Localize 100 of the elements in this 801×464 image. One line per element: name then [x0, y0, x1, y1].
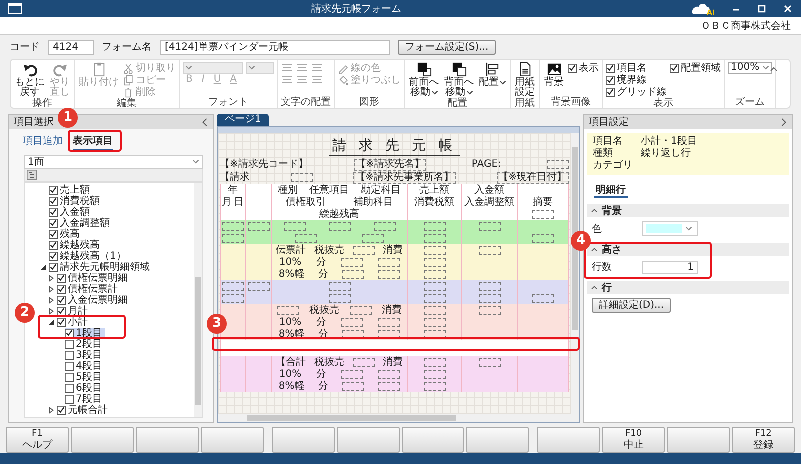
tree-item[interactable]: 4段目: [65, 361, 106, 372]
form-label: 伝票計: [276, 244, 306, 256]
tree-item[interactable]: 入金伝票明細: [57, 295, 131, 306]
field-placeholder: [424, 370, 446, 378]
collapse-icon[interactable]: [770, 66, 778, 72]
checkbox[interactable]: 配置領域: [670, 62, 721, 74]
caret-icon: [432, 91, 438, 95]
checkbox-icon[interactable]: [49, 252, 58, 261]
checkbox[interactable]: グリッド線: [606, 86, 667, 98]
section-header[interactable]: 高さ: [587, 243, 789, 256]
expander-icon[interactable]: [48, 407, 55, 414]
field-placeholder: [478, 358, 500, 366]
collapse-panel-icon[interactable]: [781, 118, 787, 126]
checkbox-icon[interactable]: [49, 197, 58, 206]
form-name-field[interactable]: [4124]単票バインダー元帳: [160, 40, 390, 54]
checkbox-icon[interactable]: [57, 296, 66, 305]
tree-label: 消費税額: [60, 196, 100, 207]
row-count-field[interactable]: 1: [642, 260, 698, 274]
checkbox-icon[interactable]: [49, 230, 58, 239]
checkbox-icon[interactable]: [65, 373, 74, 382]
tree-label: 3段目: [76, 350, 102, 361]
ribbon-button[interactable]: 配置: [478, 62, 507, 98]
highlight-frame: [68, 130, 122, 152]
tree-item[interactable]: 7段目: [65, 394, 106, 405]
tree-item[interactable]: 売上額: [49, 185, 93, 196]
expander-icon[interactable]: [48, 275, 55, 282]
section-header[interactable]: 行: [587, 281, 789, 294]
tree-item[interactable]: 入金額: [49, 207, 93, 218]
tree-item[interactable]: 3段目: [65, 350, 106, 361]
collapse-panel-icon[interactable]: [202, 118, 208, 126]
tree-item[interactable]: 残高: [49, 229, 83, 240]
ribbon-button[interactable]: もとに 戻す: [14, 62, 46, 98]
field-placeholder: [277, 306, 300, 314]
chevron-icon: [591, 247, 598, 252]
tree-item[interactable]: 消費税額: [49, 196, 103, 207]
expander-icon[interactable]: [40, 264, 47, 271]
expand-all-icon[interactable]: [27, 170, 37, 180]
tree-item[interactable]: 入金調整額: [49, 218, 113, 229]
code-field[interactable]: 4124: [48, 40, 94, 54]
tree-item[interactable]: 繰越残高: [49, 240, 103, 251]
scrollbar[interactable]: [194, 183, 202, 417]
function-key[interactable]: F1 ヘルプ: [6, 427, 69, 453]
expander-icon[interactable]: [48, 319, 55, 326]
field-label: 行数: [592, 261, 613, 274]
tree-item[interactable]: 繰越残高（1）: [49, 251, 130, 262]
form-settings-button[interactable]: フォーム設定(S)...: [398, 40, 496, 54]
form-label: 債権取引: [286, 196, 326, 208]
tree-item[interactable]: 小計: [57, 317, 91, 328]
tree-item[interactable]: 5段目: [65, 372, 106, 383]
ribbon-button[interactable]: 前面へ 移動: [408, 62, 440, 98]
checkbox[interactable]: 境界線: [606, 74, 647, 86]
tree-item[interactable]: 元帳合計: [57, 405, 111, 416]
checkbox-icon[interactable]: [49, 219, 58, 228]
checkbox-icon[interactable]: [57, 318, 66, 327]
maximize-icon[interactable]: [757, 4, 767, 14]
section-header[interactable]: 背景: [587, 204, 789, 217]
expander-icon[interactable]: [48, 297, 55, 304]
ribbon-button[interactable]: 背面へ 移動: [443, 62, 475, 98]
checkbox-icon[interactable]: [65, 351, 74, 360]
checkbox-icon[interactable]: [49, 208, 58, 217]
checkbox[interactable]: 表示: [568, 62, 599, 74]
function-key[interactable]: F12 登録: [732, 427, 796, 453]
color-dropdown[interactable]: [642, 221, 698, 236]
close-icon[interactable]: [783, 4, 793, 14]
tree-item[interactable]: 6段目: [65, 383, 106, 394]
checkbox-icon[interactable]: [57, 285, 66, 294]
dropdown[interactable]: 100%: [728, 62, 772, 74]
page-dropdown[interactable]: 1面: [24, 155, 203, 169]
window-title: 請求先元帳フォーム: [310, 2, 402, 16]
checkbox-icon[interactable]: [49, 263, 58, 272]
checkbox-icon[interactable]: [49, 241, 58, 250]
tab[interactable]: 表示項目: [73, 134, 113, 151]
checkbox-icon[interactable]: [57, 274, 66, 283]
form-label: 繰越残高: [320, 208, 360, 220]
function-key[interactable]: F10 中止: [602, 427, 666, 453]
scrollbar[interactable]: [218, 414, 579, 422]
checkbox-icon: [606, 64, 615, 72]
ribbon-button[interactable]: 背景: [543, 62, 565, 97]
group-label: 編集: [116, 98, 138, 109]
checkbox-icon[interactable]: [57, 406, 66, 415]
checkbox-icon[interactable]: [65, 340, 74, 349]
tree-label: 残高: [60, 229, 80, 240]
tab[interactable]: 項目追加: [23, 134, 63, 151]
expander-icon[interactable]: [48, 286, 55, 293]
page-tab[interactable]: ページ1: [217, 114, 270, 126]
tree-item[interactable]: 債権伝票計: [57, 284, 121, 295]
field-placeholder: [532, 294, 554, 302]
detail-settings-button[interactable]: 詳細設定(D)...: [592, 298, 672, 313]
expander-icon[interactable]: [48, 308, 55, 315]
scrollbar[interactable]: [571, 133, 579, 414]
checkbox[interactable]: 項目名: [606, 62, 647, 74]
checkbox-icon[interactable]: [65, 395, 74, 404]
tab[interactable]: 明細行: [594, 185, 628, 198]
ribbon-button[interactable]: 用紙 設定: [514, 62, 536, 98]
tree-item[interactable]: 債権伝票明細: [57, 273, 131, 284]
tree-item[interactable]: 月計: [57, 306, 91, 317]
tree-item[interactable]: 2段目: [65, 339, 106, 350]
checkbox-icon[interactable]: [65, 362, 74, 371]
checkbox-icon[interactable]: [65, 384, 74, 393]
checkbox-icon[interactable]: [49, 186, 58, 195]
